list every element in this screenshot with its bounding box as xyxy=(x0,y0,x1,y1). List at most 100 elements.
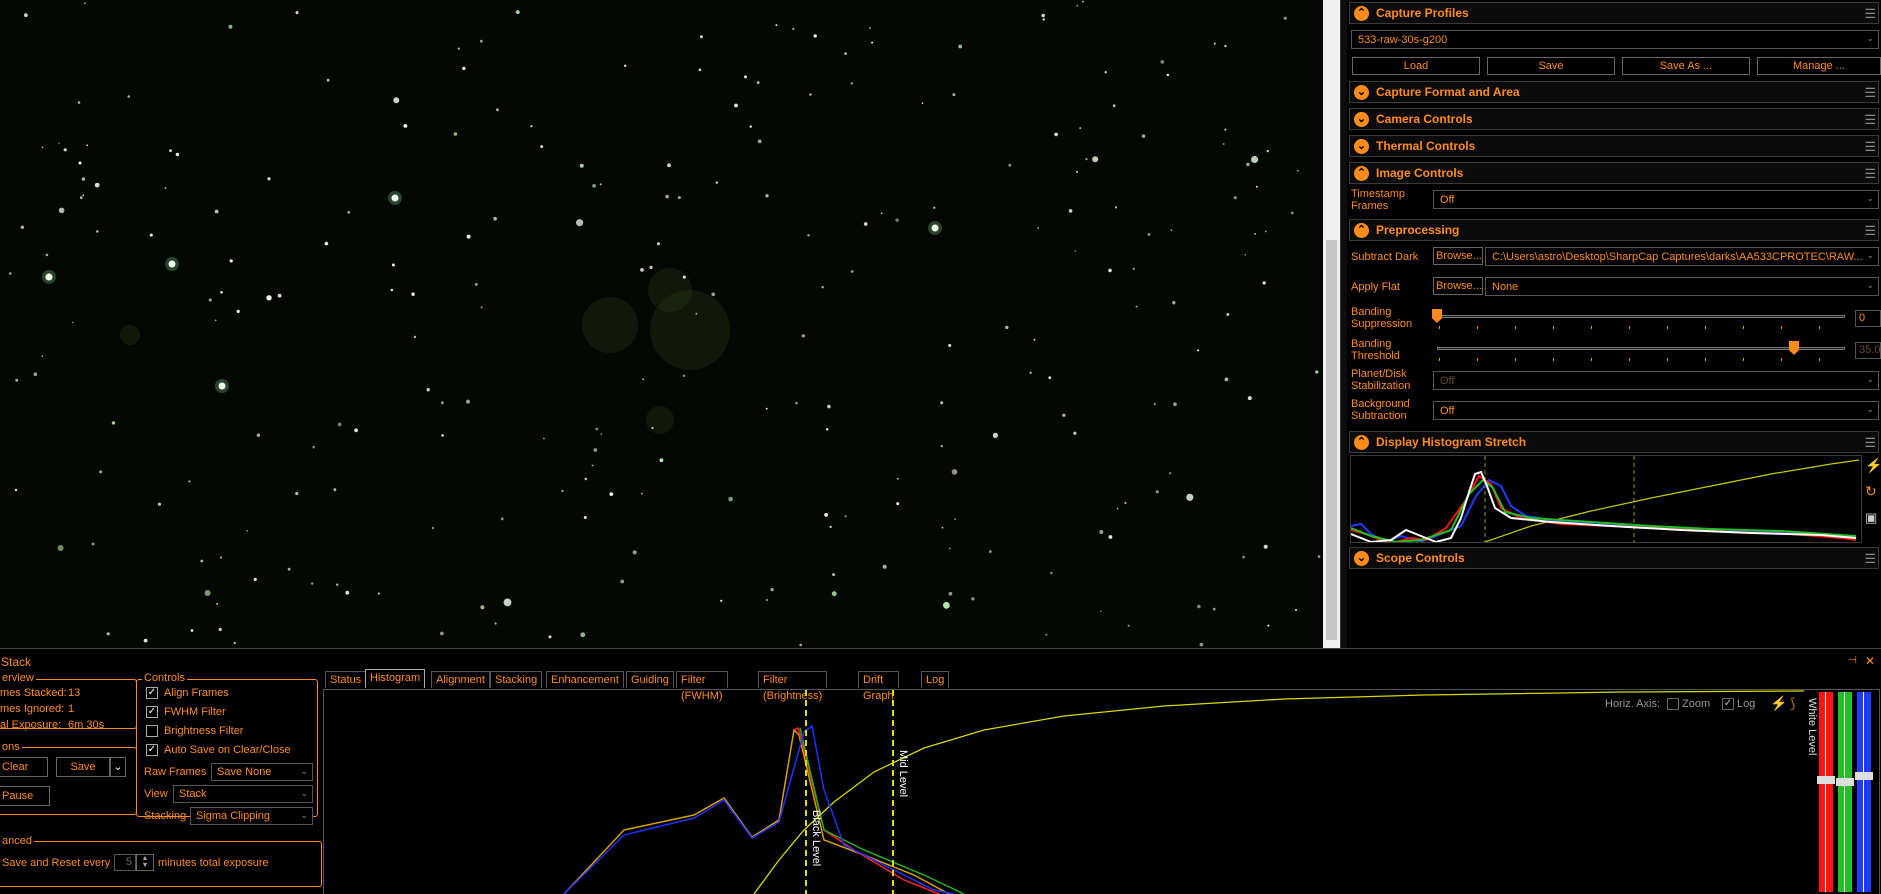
pin-icon[interactable]: ⊣ xyxy=(1848,655,1857,666)
banding-threshold-value[interactable]: 35.0 xyxy=(1855,342,1881,359)
hamburger-menu-icon[interactable]: ☰ xyxy=(1864,6,1876,22)
fwhm-filter-label: FWHM Filter xyxy=(164,706,226,718)
tab-alignment[interactable]: Alignment xyxy=(431,671,490,688)
section-capture-format[interactable]: ⌄ Capture Format and Area ☰ xyxy=(1349,81,1879,103)
auto-save-checkbox[interactable]: ✓ xyxy=(146,744,158,756)
auto-save-label: Auto Save on Clear/Close xyxy=(164,744,291,756)
viewport-scrollbar[interactable] xyxy=(1323,0,1340,648)
section-title: Display Histogram Stretch xyxy=(1376,435,1527,449)
brightness-filter-checkbox[interactable] xyxy=(146,725,158,737)
lightning-icon[interactable]: ⚡ xyxy=(1865,457,1881,474)
flat-browse-button[interactable]: Browse... xyxy=(1433,277,1483,295)
hamburger-menu-icon[interactable]: ☰ xyxy=(1864,139,1876,155)
tab-filter-brightness[interactable]: Filter (Brightness) xyxy=(758,671,828,702)
blue-level-slider[interactable] xyxy=(1857,692,1871,892)
section-thermal-controls[interactable]: ⌄ Thermal Controls ☰ xyxy=(1349,135,1879,157)
horiz-axis-label: Horiz. Axis: xyxy=(1605,698,1661,710)
chevron-down-icon: ⌄ xyxy=(300,810,308,820)
pause-button[interactable]: Pause xyxy=(0,786,50,806)
lightning-icon[interactable]: ⚡ xyxy=(1770,695,1787,712)
zoom-label: Zoom xyxy=(1682,698,1711,710)
blue-level-thumb[interactable] xyxy=(1855,772,1873,780)
hamburger-menu-icon[interactable]: ☰ xyxy=(1864,223,1876,239)
tab-histogram[interactable]: Histogram xyxy=(365,669,426,688)
section-histogram-stretch[interactable]: ⌃ Display Histogram Stretch ☰ xyxy=(1349,431,1879,453)
live-stack-panel: Stack ⊣ ✕ erview mes Stacked: 13 mes Ign… xyxy=(0,648,1881,894)
planet-stabilization-select[interactable]: Off ⌄ xyxy=(1433,371,1879,390)
hamburger-menu-icon[interactable]: ☰ xyxy=(1864,551,1876,567)
chevron-down-icon[interactable]: ⌄ xyxy=(1354,112,1369,127)
total-exposure-label: al Exposure: xyxy=(0,719,62,731)
flat-file-select[interactable]: None ⌄ xyxy=(1485,277,1879,296)
banding-suppression-value[interactable]: 0 xyxy=(1855,310,1881,327)
chevron-down-icon[interactable]: ⌄ xyxy=(1354,551,1369,566)
hamburger-menu-icon[interactable]: ☰ xyxy=(1864,435,1876,451)
section-capture-profiles[interactable]: ⌃ Capture Profiles ☰ xyxy=(1349,2,1879,24)
controls-title: Controls xyxy=(142,672,187,684)
profile-manage-button[interactable]: Manage ... xyxy=(1757,57,1881,75)
chevron-up-icon[interactable]: ⌃ xyxy=(1354,223,1369,238)
stretch-histogram[interactable] xyxy=(1350,455,1862,544)
save-dropdown-chevron-icon[interactable]: ⌄ xyxy=(110,757,126,777)
tab-stacking[interactable]: Stacking xyxy=(490,671,543,688)
green-level-slider[interactable] xyxy=(1838,692,1852,892)
chevron-up-icon[interactable]: ⌃ xyxy=(1354,435,1369,450)
log-checkbox[interactable]: ✓ xyxy=(1722,698,1734,710)
reset-icon[interactable]: ↻ xyxy=(1865,483,1877,500)
save-reset-minutes-input[interactable]: 5 xyxy=(114,854,136,871)
align-frames-checkbox[interactable]: ✓ xyxy=(146,687,158,699)
profile-select[interactable]: 533-raw-30s-g200 ⌄ xyxy=(1351,30,1879,49)
save-disk-icon[interactable]: ▣ xyxy=(1865,510,1877,526)
hamburger-menu-icon[interactable]: ☰ xyxy=(1864,112,1876,128)
section-image-controls[interactable]: ⌃ Image Controls ☰ xyxy=(1349,162,1879,184)
view-select[interactable]: Stack ⌄ xyxy=(173,785,313,803)
banding-threshold-slider[interactable] xyxy=(1437,347,1845,350)
stack-histogram[interactable]: Black Level Mid Level White Level Horiz.… xyxy=(323,689,1880,894)
banding-threshold-thumb[interactable] xyxy=(1789,341,1799,355)
hamburger-menu-icon[interactable]: ☰ xyxy=(1864,85,1876,101)
banding-suppression-thumb[interactable] xyxy=(1432,309,1442,323)
profile-save-button[interactable]: Save xyxy=(1487,57,1615,75)
save-stack-button[interactable]: Save xyxy=(56,757,110,777)
panel-splitter[interactable] xyxy=(1340,0,1347,648)
scrollbar-thumb[interactable] xyxy=(1326,240,1337,640)
tab-log[interactable]: Log xyxy=(921,671,950,688)
chevron-down-icon: ⌄ xyxy=(1866,404,1874,414)
channel-level-sliders[interactable] xyxy=(1817,692,1877,892)
close-icon[interactable]: ✕ xyxy=(1865,654,1875,668)
hamburger-menu-icon[interactable]: ☰ xyxy=(1864,166,1876,182)
timestamp-frames-select[interactable]: Off ⌄ xyxy=(1433,190,1879,209)
section-scope-controls[interactable]: ⌄ Scope Controls ☰ xyxy=(1349,547,1879,569)
profile-save-as-button[interactable]: Save As ... xyxy=(1622,57,1750,75)
dark-browse-button[interactable]: Browse... xyxy=(1433,247,1483,265)
red-level-thumb[interactable] xyxy=(1817,776,1835,784)
dark-file-select[interactable]: C:\Users\astro\Desktop\SharpCap Captures… xyxy=(1485,247,1879,266)
tab-filter-fwhm[interactable]: Filter (FWHM) xyxy=(676,671,728,702)
clear-button[interactable]: Clear xyxy=(0,757,48,777)
tab-guiding[interactable]: Guiding xyxy=(626,671,674,688)
fwhm-filter-checkbox[interactable]: ✓ xyxy=(146,706,158,718)
background-subtraction-select[interactable]: Off ⌄ xyxy=(1433,401,1879,420)
profile-load-button[interactable]: Load xyxy=(1352,57,1480,75)
banding-suppression-slider[interactable] xyxy=(1437,315,1845,318)
chevron-down-icon[interactable]: ⌄ xyxy=(1354,85,1369,100)
section-preprocessing[interactable]: ⌃ Preprocessing ☰ xyxy=(1349,219,1879,241)
zoom-checkbox[interactable] xyxy=(1667,698,1679,710)
slider-tick xyxy=(1705,358,1706,361)
raw-frames-select[interactable]: Save None ⌄ xyxy=(211,763,313,781)
chevron-up-icon[interactable]: ⌃ xyxy=(1354,6,1369,21)
stepper-icon[interactable]: ▲ ▼ xyxy=(136,854,154,871)
chevron-up-icon[interactable]: ⌃ xyxy=(1354,166,1369,181)
banding-suppression-label: Banding xyxy=(1351,306,1392,318)
tab-drift-graph[interactable]: Drift Graph xyxy=(858,671,899,702)
red-level-slider[interactable] xyxy=(1819,692,1833,892)
timestamp-value: Off xyxy=(1440,194,1455,206)
pin-icon[interactable]: ⟆ xyxy=(1790,695,1795,712)
image-viewport[interactable] xyxy=(0,0,1323,648)
chevron-down-icon[interactable]: ⌄ xyxy=(1354,139,1369,154)
stacking-select[interactable]: Sigma Clipping ⌄ xyxy=(190,807,313,825)
green-level-thumb[interactable] xyxy=(1836,778,1854,786)
section-camera-controls[interactable]: ⌄ Camera Controls ☰ xyxy=(1349,108,1879,130)
tab-enhancement[interactable]: Enhancement xyxy=(546,671,624,688)
tab-status[interactable]: Status xyxy=(325,671,367,688)
